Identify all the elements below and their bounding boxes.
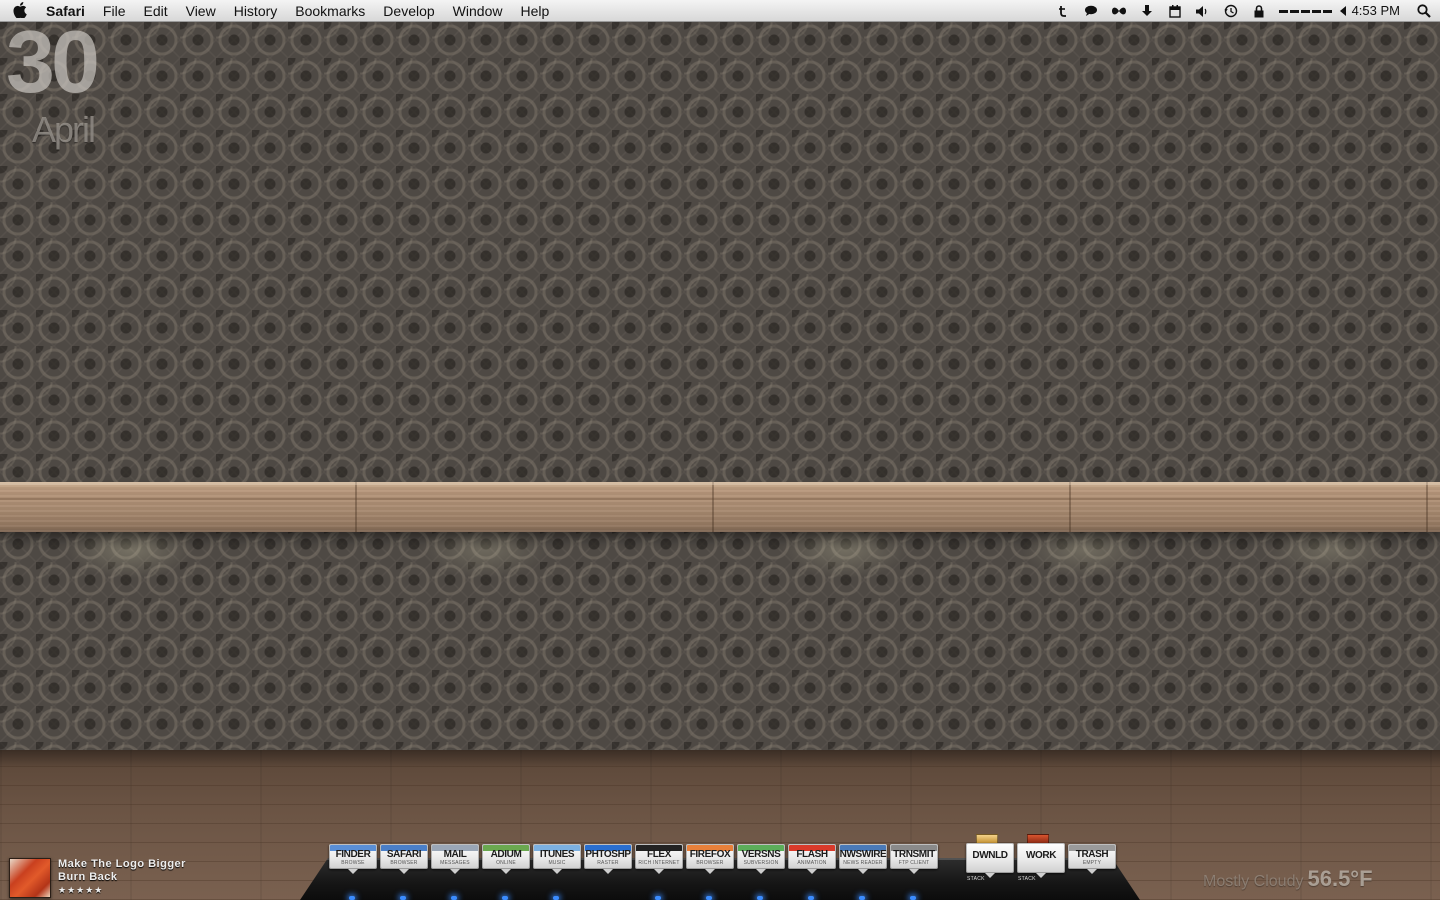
wooden-shelf: [0, 482, 1440, 532]
track-rating: ★★★★★: [58, 885, 104, 895]
time-machine-icon[interactable]: [1217, 0, 1245, 22]
download-icon[interactable]: [1133, 0, 1161, 22]
date-month: April: [32, 109, 96, 150]
dock-sublabel: SUBVERSION: [743, 860, 779, 866]
running-indicator: [859, 896, 865, 900]
dock-item-transmit[interactable]: TRNSMIT FTP CLIENT: [890, 844, 938, 900]
album-art[interactable]: [9, 858, 51, 898]
date-day: 30: [6, 12, 100, 111]
running-indicator: [655, 896, 661, 900]
dock-label: ITUNES: [539, 849, 575, 860]
menu-file[interactable]: File: [94, 0, 135, 22]
dock-item-flex[interactable]: FLEX RICH INTERNET: [635, 844, 683, 900]
dock-item-safari[interactable]: SAFARI BROWSER: [380, 844, 428, 900]
dock-item-mail[interactable]: MAIL MESSAGES: [431, 844, 479, 900]
menu-edit[interactable]: Edit: [134, 0, 176, 22]
menu-develop[interactable]: Develop: [374, 0, 443, 22]
weather-widget: Mostly Cloudy 56.5°F: [1203, 866, 1373, 892]
dock-item-flash[interactable]: FLASH ANIMATION: [788, 844, 836, 900]
dock-label: ADIUM: [490, 849, 522, 860]
dock-stack-downloads[interactable]: DWNLD STACK: [966, 834, 1014, 882]
stack-label: STACK: [967, 876, 985, 882]
dock-stack-work[interactable]: WORK STACK: [1017, 834, 1065, 882]
dock-sublabel: RICH INTERNET: [638, 860, 680, 866]
battery-icon[interactable]: [1273, 9, 1338, 13]
dock-item-photoshop[interactable]: PHTOSHP RASTER: [584, 844, 632, 874]
now-playing-widget: Make The Logo Bigger Burn Back ★★★★★: [9, 858, 186, 898]
running-indicator: [910, 896, 916, 900]
dock-sublabel: RASTER: [597, 860, 619, 866]
running-indicator: [553, 896, 559, 900]
wallpaper-wall: [0, 22, 1440, 750]
dock-item-finder[interactable]: FINDER BROWSE: [329, 844, 377, 900]
dock-sublabel: NEWS READER: [843, 860, 883, 866]
text-icon[interactable]: [1049, 0, 1077, 22]
stack-label: STACK: [1018, 876, 1036, 882]
dock-sublabel: EMPTY: [1082, 860, 1102, 866]
dock-label: TRASH: [1075, 849, 1109, 860]
dock-label: TRNSMIT: [893, 849, 935, 860]
dock-label: MAIL: [443, 849, 467, 860]
dock-label: FINDER: [335, 849, 371, 860]
menu-extras: 4:53 PM: [1049, 0, 1440, 22]
dock-sublabel: MESSAGES: [440, 860, 470, 866]
shelf-lights: [0, 530, 1440, 630]
running-indicator: [706, 896, 712, 900]
volume-icon[interactable]: [1189, 0, 1217, 22]
dock-item-firefox[interactable]: FIREFOX BROWSER: [686, 844, 734, 900]
running-indicator: [349, 896, 355, 900]
spotlight-search-icon[interactable]: [1408, 0, 1440, 22]
menu-window[interactable]: Window: [444, 0, 512, 22]
weather-temperature: 56.5°F: [1307, 866, 1373, 891]
menu-bar: Safari File Edit View History Bookmarks …: [0, 0, 1440, 22]
running-indicator: [502, 896, 508, 900]
menu-clock[interactable]: 4:53 PM: [1348, 0, 1408, 22]
dock-label: FLASH: [796, 849, 828, 860]
dock-label: NWSWIRE: [839, 849, 887, 860]
butterfly-icon[interactable]: [1105, 0, 1133, 22]
dock-item-trash[interactable]: TRASH EMPTY: [1068, 844, 1116, 874]
menu-bookmarks[interactable]: Bookmarks: [286, 0, 374, 22]
track-info: Make The Logo Bigger Burn Back ★★★★★: [58, 858, 186, 897]
dock-sublabel: BROWSER: [696, 860, 724, 866]
running-indicator: [451, 896, 457, 900]
lock-icon[interactable]: [1245, 0, 1273, 22]
dock-label: VERSNS: [741, 849, 781, 860]
weather-condition: Mostly Cloudy: [1203, 873, 1304, 890]
chat-icon[interactable]: [1077, 0, 1105, 22]
menu-view[interactable]: View: [177, 0, 225, 22]
running-indicator: [808, 896, 814, 900]
dock-item-versions[interactable]: VERSNS SUBVERSION: [737, 844, 785, 900]
dock-label: DWNLD: [972, 850, 1008, 861]
dock-item-adium[interactable]: ADIUM ONLINE: [482, 844, 530, 900]
dock-sublabel: ANIMATION: [797, 860, 827, 866]
running-indicator: [400, 896, 406, 900]
menu-app-safari[interactable]: Safari: [40, 0, 94, 22]
dock-sublabel: MUSIC: [548, 860, 566, 866]
dock-label: FLEX: [647, 849, 671, 860]
battery-arrow-icon: [1338, 0, 1348, 22]
track-title: Make The Logo Bigger: [58, 858, 186, 870]
dock-item-newswire[interactable]: NWSWIRE NEWS READER: [839, 844, 887, 900]
dock-sublabel: ONLINE: [496, 860, 516, 866]
dock-sublabel: BROWSER: [390, 860, 418, 866]
dock-sublabel: FTP CLIENT: [898, 860, 930, 866]
dock-label: FIREFOX: [689, 849, 731, 860]
apple-menu-icon[interactable]: [0, 0, 40, 22]
dock-item-itunes[interactable]: ITUNES MUSIC: [533, 844, 581, 900]
dock-label: WORK: [1025, 850, 1057, 861]
dock-label: PHTOSHP: [585, 849, 631, 860]
calendar-icon[interactable]: [1161, 0, 1189, 22]
menu-help[interactable]: Help: [511, 0, 558, 22]
track-artist: Burn Back: [58, 871, 118, 883]
dock-sublabel: BROWSE: [341, 860, 365, 866]
running-indicator: [757, 896, 763, 900]
menu-history[interactable]: History: [225, 0, 287, 22]
dock-label: SAFARI: [386, 849, 422, 860]
